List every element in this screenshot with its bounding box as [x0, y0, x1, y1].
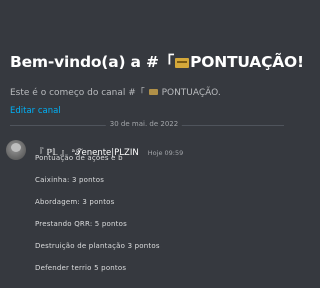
- message-line: Defender terrio 5 pontos: [35, 264, 127, 272]
- message-line: Destruição de plantação 3 pontos: [35, 242, 160, 250]
- channel-welcome: Bem-vindo(a) a #「 PONTUAÇÃO! Este é o com…: [10, 50, 304, 116]
- welcome-subtitle-channel: PONTUAÇÃO.: [161, 88, 221, 98]
- message-line: Abordagem: 3 pontos: [35, 198, 115, 206]
- message-timestamp: Hoje 09:59: [147, 149, 184, 157]
- welcome-title: Bem-vindo(a) a #「 PONTUAÇÃO!: [10, 50, 304, 72]
- date-divider-label: 30 de mai. de 2022: [105, 120, 183, 128]
- message-line: Prestando QRR: 5 pontos: [35, 220, 127, 228]
- welcome-subtitle: Este é o começo do canal #「 PONTUAÇÃO.: [10, 85, 286, 98]
- card-icon: [175, 58, 190, 68]
- card-icon-small: [148, 89, 158, 95]
- message-line: Pontuação de ações e b: [35, 154, 123, 162]
- welcome-title-prefix: Bem-vindo(a) a #「: [10, 53, 175, 71]
- welcome-subtitle-prefix: Este é o começo do canal #「: [10, 88, 145, 98]
- welcome-title-channel: PONTUAÇÃO!: [190, 53, 304, 71]
- message-line: Caixinha: 3 pontos: [35, 176, 105, 184]
- edit-channel-link[interactable]: Editar canal: [10, 106, 286, 116]
- avatar[interactable]: [6, 140, 26, 160]
